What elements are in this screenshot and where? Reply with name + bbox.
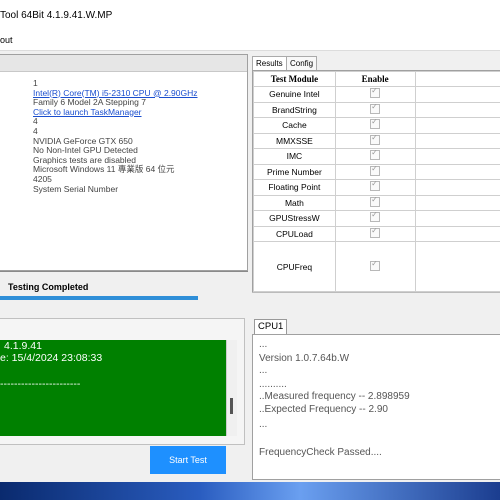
- enable-checkbox[interactable]: [370, 259, 381, 271]
- test-module-name: Prime Number: [253, 163, 336, 180]
- table-row: Prime Number: [253, 163, 500, 180]
- results-hscrollbar[interactable]: [252, 292, 500, 303]
- enable-checkbox[interactable]: [370, 210, 381, 223]
- table-row: IMC: [253, 148, 500, 165]
- table-row: Genuine Intel: [253, 86, 500, 103]
- info-line: 4: [33, 116, 38, 127]
- enable-cell: [334, 179, 416, 196]
- empty-cell: [414, 194, 500, 211]
- empty-cell: [414, 101, 500, 118]
- cpu-output-box: ... Version 1.0.7.64b.W............. ..Mea…: [252, 334, 500, 480]
- empty-cell: [414, 86, 500, 103]
- enable-cell: [334, 210, 416, 227]
- cpu-output-line: ...: [259, 365, 268, 376]
- test-module-name: CPULoad: [253, 225, 336, 242]
- cpu-output-line: ..........: [259, 379, 287, 390]
- cpu-output-line: FrequencyCheck Passed....: [259, 447, 382, 458]
- menu-bar: out: [0, 30, 500, 51]
- empty-cell: [414, 163, 500, 180]
- empty-cell: [414, 210, 500, 227]
- info-line: Microsoft Windows 11 專業版 64 位元: [33, 164, 175, 175]
- test-module-name: Genuine Intel: [253, 86, 336, 103]
- cpu-output-line: Version 1.0.7.64b.W: [259, 353, 350, 364]
- results-panel: Test Module Enable Genuine IntelBrandStr…: [252, 70, 500, 294]
- scrollbar-thumb[interactable]: [230, 398, 233, 414]
- info-line: System Serial Number: [33, 183, 119, 194]
- test-module-name: Math: [253, 194, 336, 211]
- column-header-empty: [414, 71, 500, 87]
- console-line: 4.1.9.41: [4, 340, 42, 352]
- test-module-name: IMC: [253, 148, 336, 165]
- table-header-row: Test Module Enable: [253, 71, 500, 87]
- test-module-name: MMXSSE: [253, 132, 336, 149]
- empty-cell: [414, 117, 500, 134]
- info-link[interactable]: Click to launch TaskManager: [33, 107, 198, 118]
- empty-cell: [414, 241, 500, 292]
- column-header-enable: Enable: [334, 71, 416, 87]
- table-row: Cache: [253, 117, 500, 134]
- empty-cell: [414, 225, 500, 242]
- table-row: Math: [253, 194, 500, 211]
- system-info-list: 1 Intel(R) Core(TM) i5-2310 CPU @ 2.90GHz…: [33, 78, 198, 194]
- tab-config[interactable]: Config: [286, 56, 318, 71]
- enable-cell: [334, 132, 416, 149]
- table-row: Floating Point: [253, 179, 500, 196]
- enable-checkbox[interactable]: [370, 102, 381, 114]
- console-line: e: 15/4/2024 23:08:33: [0, 352, 103, 364]
- start-test-button[interactable]: Start Test: [150, 446, 226, 474]
- enable-cell: [334, 86, 416, 103]
- table-row: CPUFreq: [253, 241, 500, 292]
- column-header-test-module: Test Module: [253, 71, 336, 87]
- empty-cell: [414, 179, 500, 196]
- enable-checkbox[interactable]: [370, 86, 381, 99]
- enable-checkbox[interactable]: [370, 164, 381, 176]
- table-row: CPULoad: [253, 225, 500, 242]
- test-module-name: Floating Point: [253, 179, 336, 196]
- tab-results[interactable]: Results: [252, 56, 287, 71]
- cpu-output-line: ..Expected Frequency -- 2.90: [259, 404, 388, 415]
- empty-cell: [414, 132, 500, 149]
- enable-checkbox[interactable]: [370, 179, 381, 192]
- enable-cell: [334, 163, 416, 180]
- results-table: Test Module Enable Genuine IntelBrandStr…: [253, 71, 500, 292]
- progress-bar: [0, 296, 198, 300]
- console-line: -----------------------: [0, 378, 81, 390]
- table-row: GPUStressW: [253, 210, 500, 227]
- enable-checkbox[interactable]: [370, 133, 381, 145]
- test-module-name: CPUFreq: [253, 241, 336, 292]
- system-info-header: [0, 55, 247, 72]
- enable-checkbox[interactable]: [370, 117, 381, 130]
- enable-cell: [334, 194, 416, 211]
- table-row: MMXSSE: [253, 132, 500, 149]
- cpu-output-line: ..Measured frequency -- 2.898959: [259, 391, 410, 402]
- enable-checkbox[interactable]: [370, 148, 381, 161]
- empty-cell: [414, 148, 500, 165]
- enable-checkbox[interactable]: [370, 195, 381, 207]
- console-scrollbar[interactable]: [226, 340, 237, 436]
- divider: [0, 271, 248, 272]
- enable-cell: [334, 117, 416, 134]
- tab-cpu1[interactable]: CPU1: [254, 319, 288, 335]
- test-module-name: Cache: [253, 117, 336, 134]
- system-info-panel: 1 Intel(R) Core(TM) i5-2310 CPU @ 2.90GHz…: [0, 54, 248, 271]
- desktop-taskbar: [0, 482, 500, 500]
- cpu-output-line: ...: [259, 419, 268, 430]
- enable-cell: [334, 225, 416, 242]
- enable-cell: [334, 148, 416, 165]
- window-title: Tool 64Bit 4.1.9.41.W.MP: [0, 10, 113, 21]
- enable-checkbox[interactable]: [370, 226, 381, 238]
- test-module-name: BrandString: [253, 101, 336, 118]
- console-output: 4.1.9.41 e: 15/4/2024 23:08:33 -----------…: [0, 340, 235, 436]
- menu-item-about[interactable]: out: [0, 35, 13, 45]
- cpu-panel: CPU1 ... Version 1.0.7.64b.W.............…: [252, 318, 500, 480]
- title-bar: Tool 64Bit 4.1.9.41.W.MP: [0, 0, 500, 30]
- status-text: Testing Completed: [8, 282, 89, 292]
- table-row: BrandString: [253, 101, 500, 118]
- cpu-output-line: ...: [259, 339, 268, 350]
- test-module-name: GPUStressW: [253, 210, 336, 227]
- enable-cell: [334, 241, 416, 292]
- enable-cell: [334, 101, 416, 118]
